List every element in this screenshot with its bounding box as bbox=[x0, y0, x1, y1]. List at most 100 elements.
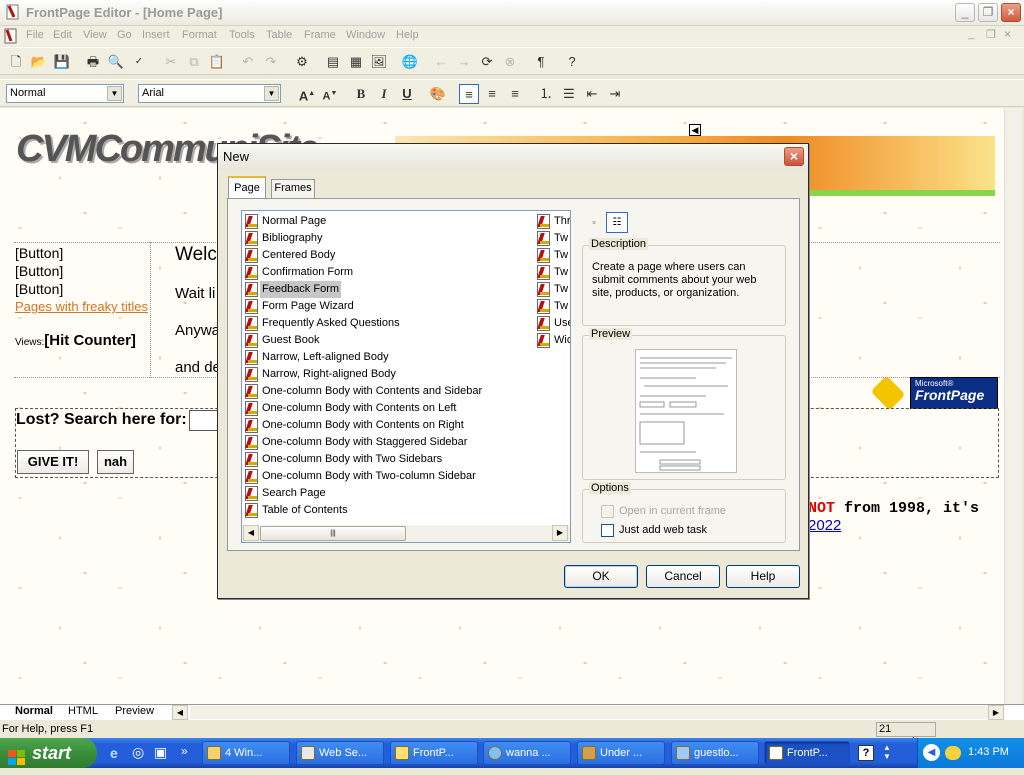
scroll-right-icon[interactable]: ▶ bbox=[988, 705, 1004, 720]
template-list[interactable]: Normal Page Bibliography Centered Body C… bbox=[241, 210, 571, 543]
numbered-list-icon[interactable]: ⒈ bbox=[536, 84, 556, 104]
print-icon[interactable]: 🖶 bbox=[83, 52, 103, 72]
doc-minimize-icon[interactable]: _ bbox=[968, 28, 974, 40]
web-bot-icon[interactable]: ⚙ bbox=[292, 52, 312, 72]
year-link[interactable]: 2022 bbox=[808, 517, 841, 534]
help-pointer-icon[interactable]: ? bbox=[562, 52, 582, 72]
tray-arrows-icon[interactable]: ▲ ▼ bbox=[883, 743, 891, 761]
open-in-frame-checkbox[interactable] bbox=[601, 505, 614, 518]
show-paragraph-icon[interactable]: ¶ bbox=[531, 52, 551, 72]
volume-tray-icon[interactable] bbox=[945, 746, 961, 760]
increase-indent-icon[interactable]: ⇥ bbox=[605, 84, 625, 104]
cut-icon[interactable]: ✂ bbox=[161, 52, 181, 72]
scroll-thumb[interactable]: ||| bbox=[260, 526, 406, 541]
nah-button[interactable]: nah bbox=[97, 450, 134, 474]
spelling-icon[interactable]: ✓ bbox=[129, 52, 149, 72]
restore-button[interactable]: ❐ bbox=[978, 3, 998, 22]
tab-normal[interactable]: Normal bbox=[15, 705, 53, 717]
media-quicklaunch-icon[interactable]: ▣ bbox=[154, 744, 167, 761]
vertical-scrollbar[interactable]: ▼ bbox=[1004, 108, 1022, 720]
ie-quicklaunch-icon[interactable]: e bbox=[110, 745, 118, 761]
align-left-icon[interactable]: ≡ bbox=[459, 84, 479, 104]
stop-icon[interactable]: ⊗ bbox=[500, 52, 520, 72]
style-select[interactable]: Normal ▼ bbox=[6, 84, 124, 103]
ok-button[interactable]: OK bbox=[564, 565, 638, 588]
quicklaunch-more-icon[interactable]: » bbox=[181, 744, 188, 758]
menu-table[interactable]: Table bbox=[266, 29, 292, 41]
increase-font-icon[interactable]: A▲ bbox=[297, 84, 317, 104]
freaky-titles-link[interactable]: Pages with freaky titles bbox=[15, 299, 148, 314]
bulleted-list-icon[interactable]: ☰ bbox=[559, 84, 579, 104]
add-web-task-checkbox[interactable] bbox=[601, 524, 614, 537]
refresh-icon[interactable]: ⟳ bbox=[477, 52, 497, 72]
start-button[interactable]: start bbox=[0, 738, 97, 768]
search-input[interactable] bbox=[189, 410, 219, 431]
help-tray-icon[interactable]: ? bbox=[858, 745, 874, 761]
nav-button-3[interactable]: [Button] bbox=[15, 281, 63, 297]
scroll-left-icon[interactable]: ◀ bbox=[243, 525, 259, 541]
text-color-icon[interactable]: 🎨 bbox=[428, 84, 448, 104]
hyperlink-icon[interactable]: 🌐 bbox=[400, 52, 420, 72]
align-center-icon[interactable]: ≡ bbox=[482, 84, 502, 104]
underline-icon[interactable]: U bbox=[397, 84, 417, 104]
menu-go[interactable]: Go bbox=[117, 29, 132, 41]
undo-icon[interactable]: ↶ bbox=[238, 52, 258, 72]
copy-icon[interactable]: ⧉ bbox=[184, 52, 204, 72]
menu-window[interactable]: Window bbox=[346, 29, 385, 41]
save-icon[interactable]: 💾 bbox=[52, 52, 72, 72]
nav-button-2[interactable]: [Button] bbox=[15, 263, 63, 279]
menu-help[interactable]: Help bbox=[396, 29, 419, 41]
redo-icon[interactable]: ↷ bbox=[261, 52, 281, 72]
back-icon[interactable]: ← bbox=[431, 52, 451, 72]
give-it-button[interactable]: GIVE IT! bbox=[17, 450, 89, 474]
paste-icon[interactable]: 📋 bbox=[207, 52, 227, 72]
dialog-close-button[interactable]: × bbox=[784, 147, 804, 166]
insert-table-icon[interactable]: ▦ bbox=[346, 52, 366, 72]
task-under[interactable]: Under ... bbox=[577, 741, 665, 765]
task-frontpage-active[interactable]: FrontP... bbox=[764, 741, 850, 765]
task-windows-explorer[interactable]: 4 Win... bbox=[202, 741, 290, 765]
menu-file[interactable]: File bbox=[26, 29, 44, 41]
task-guestlog[interactable]: guestlo... bbox=[671, 741, 759, 765]
task-frontpage-1[interactable]: FrontP... bbox=[390, 741, 478, 765]
decrease-indent-icon[interactable]: ⇤ bbox=[582, 84, 602, 104]
close-button[interactable]: × bbox=[1001, 3, 1021, 22]
align-right-icon[interactable]: ≡ bbox=[505, 84, 525, 104]
scroll-right-icon[interactable]: ▶ bbox=[552, 525, 568, 541]
italic-icon[interactable]: I bbox=[374, 84, 394, 104]
insert-image-icon[interactable]: 🖼 bbox=[369, 52, 389, 72]
doc-close-icon[interactable]: × bbox=[1004, 27, 1011, 41]
new-page-icon[interactable]: 🗋 bbox=[6, 52, 26, 72]
nav-button-1[interactable]: [Button] bbox=[15, 245, 63, 261]
insert-form-icon[interactable]: ▤ bbox=[323, 52, 343, 72]
list-horizontal-scrollbar[interactable]: ◀ ||| ▶ bbox=[242, 525, 570, 542]
menu-format[interactable]: Format bbox=[182, 29, 217, 41]
scroll-left-icon[interactable]: ◀ bbox=[172, 705, 188, 720]
cancel-button[interactable]: Cancel bbox=[646, 565, 720, 588]
large-icons-view-icon[interactable]: ▫ bbox=[584, 212, 604, 232]
details-view-icon[interactable]: ☷ bbox=[606, 212, 628, 233]
menu-frame[interactable]: Frame bbox=[304, 29, 336, 41]
menu-view[interactable]: View bbox=[83, 29, 107, 41]
print-preview-icon[interactable]: 🔍 bbox=[106, 52, 126, 72]
help-button[interactable]: Help bbox=[726, 565, 800, 588]
menu-insert[interactable]: Insert bbox=[142, 29, 170, 41]
forward-icon[interactable]: → bbox=[454, 52, 474, 72]
tab-preview[interactable]: Preview bbox=[115, 705, 154, 717]
horizontal-scrollbar[interactable] bbox=[190, 706, 988, 719]
minimize-button[interactable]: _ bbox=[955, 3, 975, 22]
show-hidden-icons[interactable]: ◀ bbox=[923, 744, 940, 761]
task-web-search[interactable]: Web Se... bbox=[296, 741, 384, 765]
decrease-font-icon[interactable]: A▼ bbox=[320, 84, 340, 104]
tab-page[interactable]: Page bbox=[228, 176, 266, 199]
menu-tools[interactable]: Tools bbox=[229, 29, 255, 41]
doc-restore-icon[interactable]: ❐ bbox=[986, 28, 996, 41]
menu-edit[interactable]: Edit bbox=[53, 29, 72, 41]
tab-html[interactable]: HTML bbox=[68, 705, 98, 717]
bold-icon[interactable]: B bbox=[351, 84, 371, 104]
open-folder-icon[interactable]: 📂 bbox=[29, 52, 49, 72]
task-wanna[interactable]: wanna ... bbox=[483, 741, 571, 765]
browser-quicklaunch-icon[interactable]: ◎ bbox=[132, 744, 144, 761]
tab-frames[interactable]: Frames bbox=[271, 179, 315, 198]
font-select[interactable]: Arial ▼ bbox=[138, 84, 281, 103]
